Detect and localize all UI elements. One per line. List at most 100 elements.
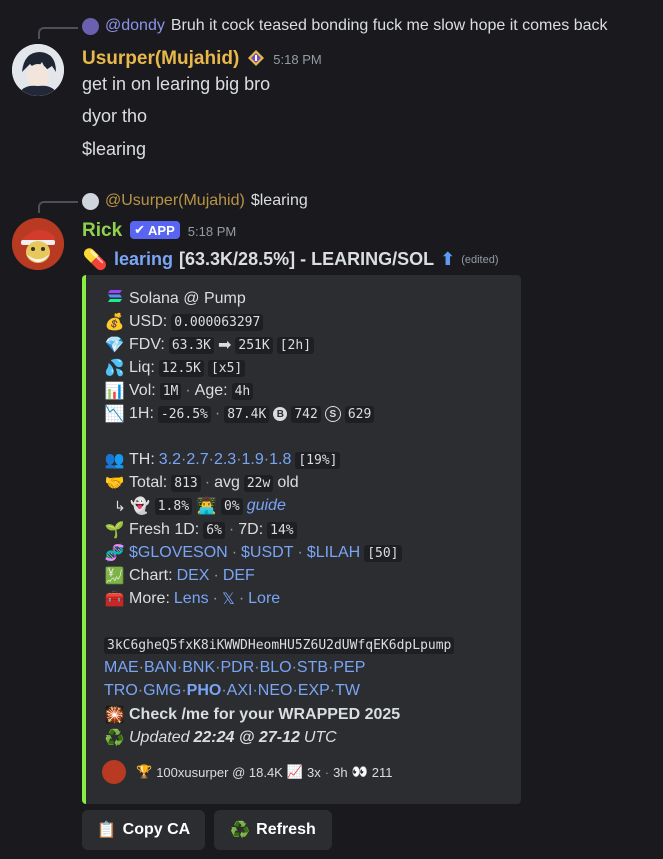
username[interactable]: Usurper(Mujahid) — [82, 48, 239, 70]
avatar[interactable] — [12, 44, 64, 96]
fresh-7d-label: 7D: — [238, 521, 264, 538]
pair-link[interactable]: $GLOVESON — [129, 544, 228, 562]
bot-link[interactable]: MAE — [104, 659, 139, 677]
technologist-icon: 👨‍💻 — [196, 498, 217, 515]
more-row: 🧰 More: Lens · 𝕏 · Lore — [104, 589, 281, 609]
updated-time: 22:24 @ 27-12 — [193, 729, 300, 746]
sell-s-icon: S — [324, 406, 341, 422]
refresh-label: Refresh — [256, 821, 316, 838]
pair-link[interactable]: $USDT — [241, 544, 293, 562]
more-label: More: — [129, 590, 170, 607]
bot-link[interactable]: STB — [297, 659, 328, 677]
sparkler-icon: 🎇 — [104, 707, 125, 724]
vol-label: Vol: — [129, 382, 156, 399]
fresh-1d: 6% — [203, 521, 225, 539]
chart-down-icon: 📉 — [104, 406, 125, 423]
old-label: old — [277, 474, 299, 491]
liq-label: Liq: — [129, 359, 155, 376]
holders-icon: 👥 — [104, 452, 125, 469]
trophy-icon: 🏆 — [136, 764, 153, 779]
anime-avatar-icon — [12, 44, 64, 96]
reply-preview[interactable]: @Usurper(Mujahid) $learing — [82, 189, 308, 213]
message-header: Rick ✔ APP 5:18 PM — [82, 220, 236, 242]
dex-link[interactable]: DEX — [177, 567, 210, 585]
reply-avatar — [82, 17, 99, 35]
check-icon: ✔ — [134, 222, 146, 237]
bot-link[interactable]: PDR — [220, 659, 254, 677]
vol-value: 1M — [159, 382, 182, 400]
separator: · — [228, 521, 235, 538]
th-value-link[interactable]: 1.9 — [242, 451, 264, 469]
embed-footer: 🏆 100xusurper @ 18.4K 📈 3x · 3h 👀 211 — [102, 760, 393, 784]
app-badge-label: APP — [148, 222, 175, 238]
token-link[interactable]: learing — [114, 249, 173, 270]
fdv-from: 63.3K — [168, 336, 214, 354]
age-value: 4h — [231, 382, 254, 400]
liq-value: 12.5K — [158, 359, 204, 377]
copy-ca-button[interactable]: 📋 Copy CA — [82, 810, 205, 850]
seedling-icon: 🌱 — [104, 522, 125, 539]
liq-row: 💦 Liq: 12.5K [x5] — [104, 358, 246, 378]
x-link[interactable]: 𝕏 — [222, 589, 235, 609]
separator: · — [231, 544, 238, 561]
footer-avatar — [102, 760, 126, 784]
lens-link[interactable]: Lens — [174, 590, 209, 608]
h1-row: 📉 1H: -26.5% · 87.4K B 742 S 629 — [104, 404, 375, 424]
separator: · — [238, 590, 245, 607]
footer-mult: 3x — [307, 764, 321, 780]
droplets-icon: 💦 — [104, 360, 125, 377]
message-line: get in on learing big bro — [82, 74, 271, 94]
clipboard-icon: 📋 — [96, 822, 117, 839]
recycle-icon: ♻️ — [104, 730, 125, 747]
reply-username[interactable]: @Usurper(Mujahid) — [105, 192, 245, 210]
th-row: 👥 TH: 3.2 · 2.7 · 2.3 · 1.9 · 1.8 [19%] — [104, 450, 341, 470]
footer-views: 211 — [371, 764, 393, 780]
liq-mult: [x5] — [207, 359, 246, 377]
separator: · — [185, 382, 191, 399]
copy-ca-label: Copy CA — [122, 821, 191, 838]
updated-row: ♻️ Updated 22:24 @ 27-12 UTC — [104, 728, 337, 748]
th-total: [19%] — [295, 451, 341, 469]
th-value-link[interactable]: 2.7 — [186, 451, 208, 469]
vol-row: 📊 Vol: 1M · Age: 4h — [104, 381, 254, 401]
th-value-link[interactable]: 1.8 — [269, 451, 291, 469]
chart-label: Chart: — [129, 567, 173, 584]
token-embed: Solana @ Pump 💰 USD: 0.000063297 💎 FDV: … — [82, 275, 521, 804]
refresh-button[interactable]: ♻️ Refresh — [214, 810, 332, 850]
bot-link[interactable]: BNK — [182, 659, 215, 677]
guide-link[interactable]: guide — [247, 497, 286, 515]
bot-link[interactable]: EXP — [298, 682, 330, 700]
usd-label: USD: — [129, 313, 168, 330]
arrow-up-icon: ⬆ — [440, 249, 456, 269]
reply-preview[interactable]: @dondy Bruh it cock teased bonding fuck … — [82, 14, 608, 38]
bot-link[interactable]: TW — [335, 682, 360, 700]
bot-link[interactable]: NEO — [258, 682, 293, 700]
pair-link[interactable]: $LILAH — [307, 544, 360, 562]
chain-row: Solana @ Pump — [104, 289, 246, 308]
contract-address[interactable]: 3kC6gheQ5fxK8iKWWDHeomHU5Z6U2dUWfqEK6dpL… — [104, 637, 455, 654]
reply-username[interactable]: @dondy — [105, 17, 165, 35]
total-row: 🤝 Total: 813 · avg 22w old — [104, 473, 299, 493]
bot-link[interactable]: BLO — [260, 659, 292, 677]
lore-link[interactable]: Lore — [248, 590, 280, 608]
username[interactable]: Rick — [82, 220, 122, 242]
pairs-row: 🧬 $GLOVESON · $USDT · $LILAH [50] — [104, 543, 402, 563]
dna-icon: 🧬 — [104, 545, 125, 562]
th-value-link[interactable]: 2.3 — [214, 451, 236, 469]
buy-b-icon: B — [273, 407, 288, 421]
bot-link[interactable]: AXI — [227, 682, 253, 700]
def-link[interactable]: DEF — [223, 567, 255, 585]
pill-icon: 💊 — [82, 249, 108, 271]
h1-buys: 742 — [291, 405, 321, 423]
th-values: 3.2 · 2.7 · 2.3 · 1.9 · 1.8 — [158, 451, 292, 469]
bot-avatar[interactable] — [12, 218, 64, 270]
bot-link[interactable]: PEP — [333, 659, 365, 677]
bot-link[interactable]: BAN — [144, 659, 177, 677]
fresh-row: 🌱 Fresh 1D: 6% · 7D: 14% — [104, 520, 297, 540]
updated-prefix: Updated — [129, 729, 190, 746]
th-value-link[interactable]: 3.2 — [159, 451, 181, 469]
bot-link[interactable]: GMG — [143, 682, 181, 700]
bot-link[interactable]: PHO — [187, 682, 222, 700]
bot-link[interactable]: TRO — [104, 682, 138, 700]
timestamp: 5:18 PM — [273, 52, 322, 67]
